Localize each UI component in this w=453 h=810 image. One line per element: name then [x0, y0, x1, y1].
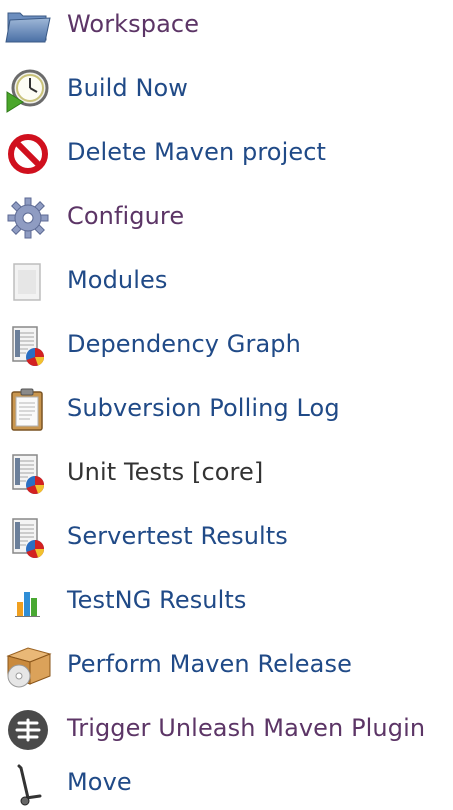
task-label[interactable]: Move: [67, 766, 132, 798]
task-subversion-polling-log[interactable]: Subversion Polling Log: [0, 384, 453, 436]
task-label[interactable]: Delete Maven project: [67, 136, 326, 168]
no-entry-icon[interactable]: [4, 130, 52, 178]
task-trigger-unleash-maven-plugin[interactable]: Trigger Unleash Maven Plugin: [0, 704, 453, 756]
package-disc-icon[interactable]: [4, 642, 52, 690]
task-workspace[interactable]: Workspace: [0, 0, 453, 52]
task-label[interactable]: Dependency Graph: [67, 328, 301, 360]
hand-truck-icon[interactable]: [4, 760, 52, 808]
document-icon[interactable]: [4, 258, 52, 306]
clock-play-icon[interactable]: [4, 66, 52, 114]
task-label[interactable]: Workspace: [67, 8, 199, 40]
task-testng-results[interactable]: TestNG Results: [0, 576, 453, 628]
unleash-logo-icon[interactable]: [4, 706, 52, 754]
task-label: Unit Tests [core]: [67, 458, 264, 486]
task-perform-maven-release[interactable]: Perform Maven Release: [0, 640, 453, 692]
report-chart-icon[interactable]: [4, 322, 52, 370]
task-delete-maven-project[interactable]: Delete Maven project: [0, 128, 453, 180]
task-unit-tests-core[interactable]: Unit Tests [core]: [0, 448, 453, 500]
report-chart-icon[interactable]: [4, 514, 52, 562]
clipboard-icon[interactable]: [4, 386, 52, 434]
task-label[interactable]: Subversion Polling Log: [67, 392, 340, 424]
folder-icon[interactable]: [4, 2, 52, 50]
task-servertest-results[interactable]: Servertest Results: [0, 512, 453, 564]
task-label[interactable]: Trigger Unleash Maven Plugin: [67, 712, 425, 744]
bar-chart-icon[interactable]: [4, 578, 52, 626]
task-label[interactable]: TestNG Results: [67, 584, 247, 616]
task-configure[interactable]: Configure: [0, 192, 453, 244]
task-build-now[interactable]: Build Now: [0, 64, 453, 116]
task-modules[interactable]: Modules: [0, 256, 453, 308]
task-label[interactable]: Build Now: [67, 72, 188, 104]
report-chart-icon[interactable]: [4, 450, 52, 498]
task-label[interactable]: Servertest Results: [67, 520, 288, 552]
task-move[interactable]: Move: [0, 758, 453, 810]
task-label[interactable]: Perform Maven Release: [67, 648, 352, 680]
side-task-list: Workspace Build Now Delete Maven project: [0, 0, 453, 810]
gear-icon[interactable]: [4, 194, 52, 242]
task-label[interactable]: Configure: [67, 200, 184, 232]
task-label[interactable]: Modules: [67, 264, 167, 296]
task-dependency-graph[interactable]: Dependency Graph: [0, 320, 453, 372]
